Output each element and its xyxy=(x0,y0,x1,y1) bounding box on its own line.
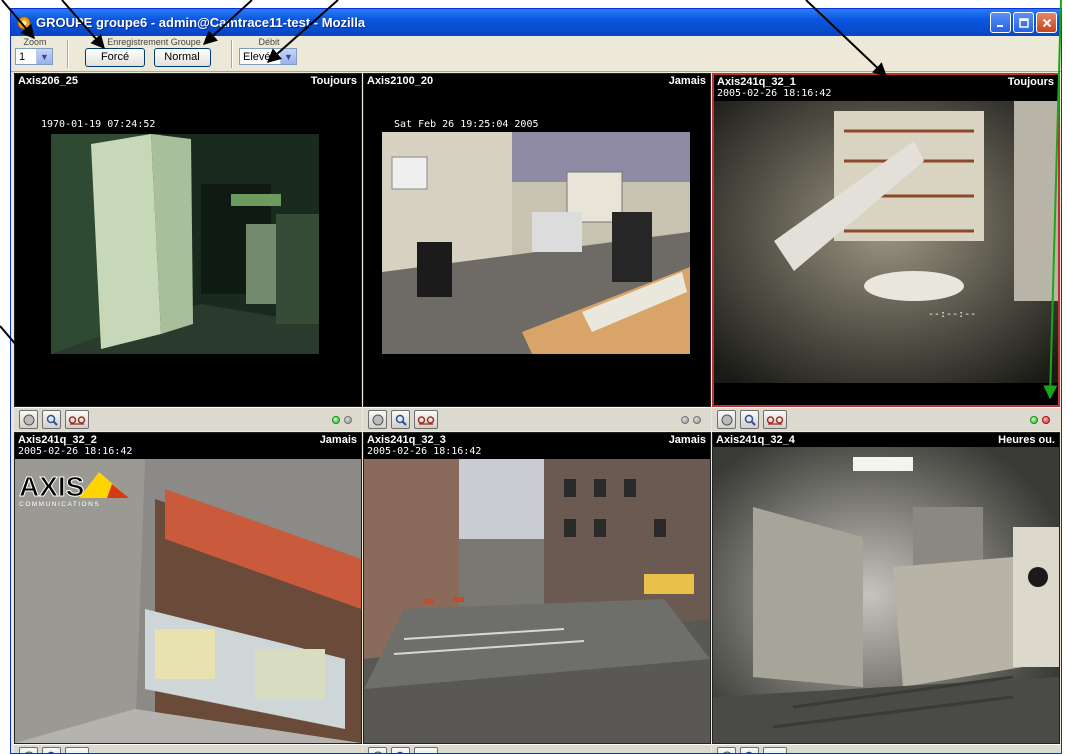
camera-tile[interactable]: Axis2100_20 Jamais Sat Feb 26 19:25:04 2… xyxy=(363,73,711,407)
camera-tile[interactable]: Axis206_25 Toujours 1970-01-19 07:24:52 xyxy=(14,73,362,407)
camera-mode: Heures ou. xyxy=(998,434,1055,446)
zoom-magnifier-icon[interactable] xyxy=(740,410,759,429)
video-feed xyxy=(382,132,690,354)
snapshot-icon[interactable] xyxy=(368,747,387,753)
chevron-down-icon: ▼ xyxy=(36,49,52,64)
playback-tape-icon[interactable] xyxy=(763,747,787,753)
status-led xyxy=(332,416,340,424)
minimize-icon[interactable] xyxy=(990,12,1011,33)
browser-window: GROUPE groupe6 - admin@Camtrace11-test -… xyxy=(10,8,1062,754)
zoom-magnifier-icon[interactable] xyxy=(391,747,410,753)
playback-tape-icon[interactable] xyxy=(763,410,787,429)
snapshot-icon[interactable] xyxy=(717,410,736,429)
camera-mode: Toujours xyxy=(310,75,357,87)
status-led xyxy=(681,416,689,424)
camera-mode: Toujours xyxy=(1007,76,1054,88)
camera-tile[interactable]: Axis241q_32_4 Heures ou. xyxy=(712,432,1060,744)
zoom-magnifier-icon[interactable] xyxy=(42,747,61,753)
zoom-magnifier-icon[interactable] xyxy=(740,747,759,753)
video-feed xyxy=(51,134,319,354)
video-feed xyxy=(713,447,1059,743)
axis-logo-subtext: COMMUNICATIONS xyxy=(19,501,100,508)
video-feed xyxy=(364,459,710,743)
group-toolbar: Zoom 1 ▼ Enregistrement Groupe Forcé Nor… xyxy=(11,36,1061,72)
camera-controls xyxy=(14,407,362,431)
zoom-select[interactable]: 1 ▼ xyxy=(15,48,53,65)
recording-label: Enregistrement Groupe xyxy=(107,37,201,47)
mozilla-app-icon xyxy=(17,16,31,29)
status-led xyxy=(1042,416,1050,424)
rate-value: Elevé xyxy=(243,50,271,63)
camera-date: 2005-02-26 18:16:42 xyxy=(367,446,482,457)
camera-mode: Jamais xyxy=(319,434,357,446)
zoom-label: Zoom xyxy=(23,37,47,47)
camera-timestamp: Sat Feb 26 19:25:04 2005 xyxy=(394,119,539,130)
playback-tape-icon[interactable] xyxy=(414,747,438,753)
camera-name: Axis206_25 xyxy=(18,75,78,87)
zoom-magnifier-icon[interactable] xyxy=(391,410,410,429)
close-icon[interactable] xyxy=(1036,12,1057,33)
playback-tape-icon[interactable] xyxy=(65,747,89,753)
zoom-group: Zoom 1 ▼ xyxy=(15,37,55,65)
camera-name: Axis2100_20 xyxy=(367,75,434,87)
camera-timestamp: 1970-01-19 07:24:52 xyxy=(41,119,156,130)
rate-label: Débit xyxy=(258,37,280,47)
snapshot-icon[interactable] xyxy=(368,410,387,429)
camera-date: 2005-02-26 18:16:42 xyxy=(717,88,832,99)
normal-button[interactable]: Normal xyxy=(153,48,211,67)
camera-date: 2005-02-26 18:16:42 xyxy=(18,446,133,457)
toolbar-separator xyxy=(67,40,68,68)
camera-mode: Jamais xyxy=(668,75,706,87)
camera-tile[interactable]: Axis241q_32_3 Jamais 2005-02-26 18:16:42 xyxy=(363,432,711,744)
recording-group: Enregistrement Groupe Forcé Normal xyxy=(79,37,229,67)
camera-name: Axis241q_32_4 xyxy=(716,434,795,446)
maximize-icon[interactable] xyxy=(1013,12,1034,33)
status-led xyxy=(693,416,701,424)
video-feed xyxy=(714,101,1058,383)
status-led xyxy=(1030,416,1038,424)
camera-tile[interactable]: Axis241q_32_1 Toujours 2005-02-26 18:16:… xyxy=(712,73,1060,407)
rate-select[interactable]: Elevé ▼ xyxy=(239,48,297,65)
camera-controls xyxy=(363,744,711,753)
force-button[interactable]: Forcé xyxy=(85,48,145,67)
camera-name: Axis241q_32_1 xyxy=(717,76,796,88)
camera-controls xyxy=(712,744,1060,753)
status-led xyxy=(344,416,352,424)
axis-logo-text: AXIS xyxy=(19,471,84,502)
snapshot-icon[interactable] xyxy=(717,747,736,753)
zoom-magnifier-icon[interactable] xyxy=(42,410,61,429)
snapshot-icon[interactable] xyxy=(19,747,38,753)
window-title: GROUPE groupe6 - admin@Camtrace11-test -… xyxy=(36,15,366,30)
toolbar-separator xyxy=(231,40,232,68)
playback-tape-icon[interactable] xyxy=(65,410,89,429)
zoom-value: 1 xyxy=(19,50,26,63)
rate-group: Débit Elevé ▼ xyxy=(239,37,299,65)
camera-mode: Jamais xyxy=(668,434,706,446)
title-bar[interactable]: GROUPE groupe6 - admin@Camtrace11-test -… xyxy=(11,9,1061,36)
camera-controls xyxy=(712,407,1060,431)
camera-timestamp: --:--:-- xyxy=(928,309,977,320)
camera-tile[interactable]: Axis241q_32_2 Jamais 2005-02-26 18:16:42… xyxy=(14,432,362,744)
axis-logo: AXIS COMMUNICATIONS xyxy=(19,471,129,508)
snapshot-icon[interactable] xyxy=(19,410,38,429)
camera-name: Axis241q_32_3 xyxy=(367,434,446,446)
playback-tape-icon[interactable] xyxy=(414,410,438,429)
camera-controls xyxy=(363,407,711,431)
camera-name: Axis241q_32_2 xyxy=(18,434,97,446)
camera-controls xyxy=(14,744,362,753)
chevron-down-icon: ▼ xyxy=(280,49,296,64)
